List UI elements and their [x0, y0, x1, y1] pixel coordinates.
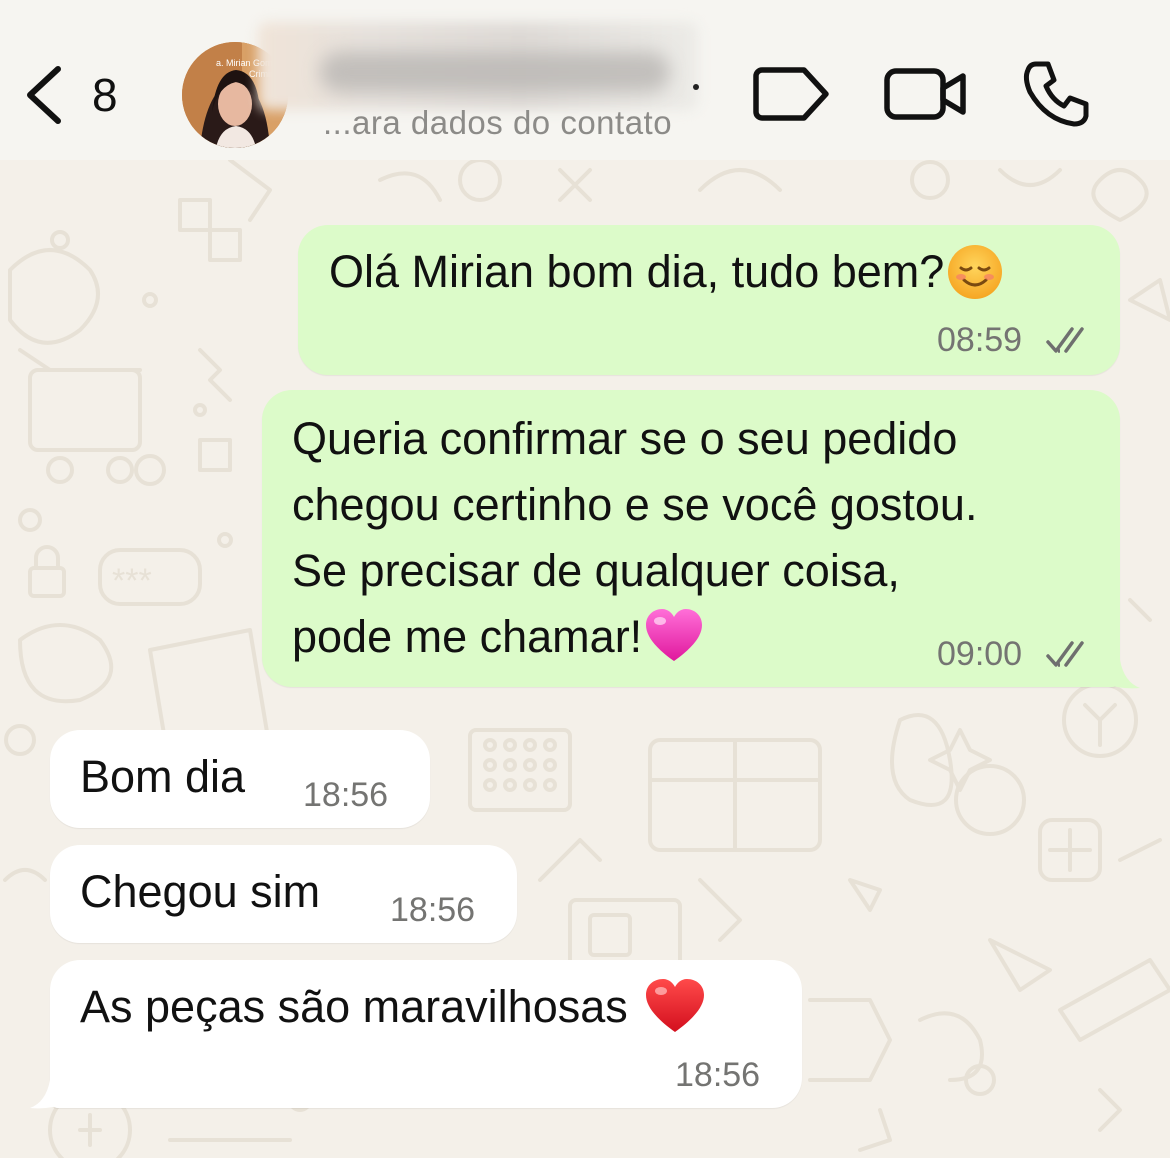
- double-check-icon: [1046, 641, 1084, 667]
- message-timestamp: 18:56: [675, 1056, 761, 1094]
- message-line: pode me chamar!: [292, 604, 704, 670]
- message-line-text: pode me chamar!: [292, 611, 643, 662]
- bubble-tail: [1100, 660, 1140, 689]
- chevron-left-icon: [27, 66, 61, 124]
- message-text: Olá Mirian bom dia, tudo bem?: [329, 239, 1004, 305]
- red-heart-icon: [645, 979, 704, 1033]
- bubble-tail: [30, 1080, 70, 1109]
- message-text: As peças são maravilhosas: [80, 974, 706, 1040]
- voice-call-button[interactable]: [1020, 58, 1090, 128]
- message-text-content: Olá Mirian bom dia, tudo bem?: [329, 246, 945, 297]
- message-bubble-outgoing[interactable]: Olá Mirian bom dia, tudo bem? 08:59: [298, 225, 1120, 375]
- video-call-button[interactable]: [883, 62, 969, 126]
- message-line: Se precisar de qualquer coisa,: [292, 545, 900, 596]
- message-bubble-outgoing[interactable]: Queria confirmar se o seu pedido chegou …: [262, 390, 1120, 687]
- message-line: chegou certinho e se você gostou.: [292, 479, 978, 530]
- message-timestamp: 18:56: [390, 891, 476, 929]
- pink-heart-icon: [646, 609, 703, 662]
- chat-header: 8 a. Mirian Gomes Criminal ...ara dados …: [0, 0, 1170, 160]
- message-text: Bom dia: [80, 751, 246, 802]
- contact-subtitle[interactable]: ...ara dados do contato: [323, 104, 672, 142]
- message-timestamp: 09:00: [937, 635, 1023, 673]
- unread-count: 8: [92, 69, 118, 121]
- message-bubble-incoming[interactable]: As peças são maravilhosas 18:56: [50, 960, 802, 1108]
- message-timestamp: 18:56: [303, 776, 389, 814]
- message-text: Chegou sim: [80, 866, 321, 917]
- message-line: Queria confirmar se o seu pedido: [292, 413, 958, 464]
- message-bubble-incoming[interactable]: Bom dia 18:56: [50, 730, 430, 828]
- name-truncation-dot: [693, 84, 699, 90]
- double-check-icon: [1046, 327, 1084, 353]
- message-text-content: As peças são maravilhosas: [80, 981, 628, 1032]
- back-button[interactable]: 8: [20, 60, 140, 130]
- message-timestamp: 08:59: [937, 321, 1023, 359]
- smiling-face-icon: [948, 245, 1003, 300]
- svg-text:***: ***: [112, 562, 152, 600]
- video-camera-icon: [884, 68, 966, 120]
- label-button[interactable]: [752, 62, 832, 126]
- contact-name-redacted-text: [320, 52, 670, 92]
- message-bubble-incoming[interactable]: Chegou sim 18:56: [50, 845, 517, 943]
- tag-icon: [753, 67, 829, 121]
- phone-icon: [1023, 61, 1089, 127]
